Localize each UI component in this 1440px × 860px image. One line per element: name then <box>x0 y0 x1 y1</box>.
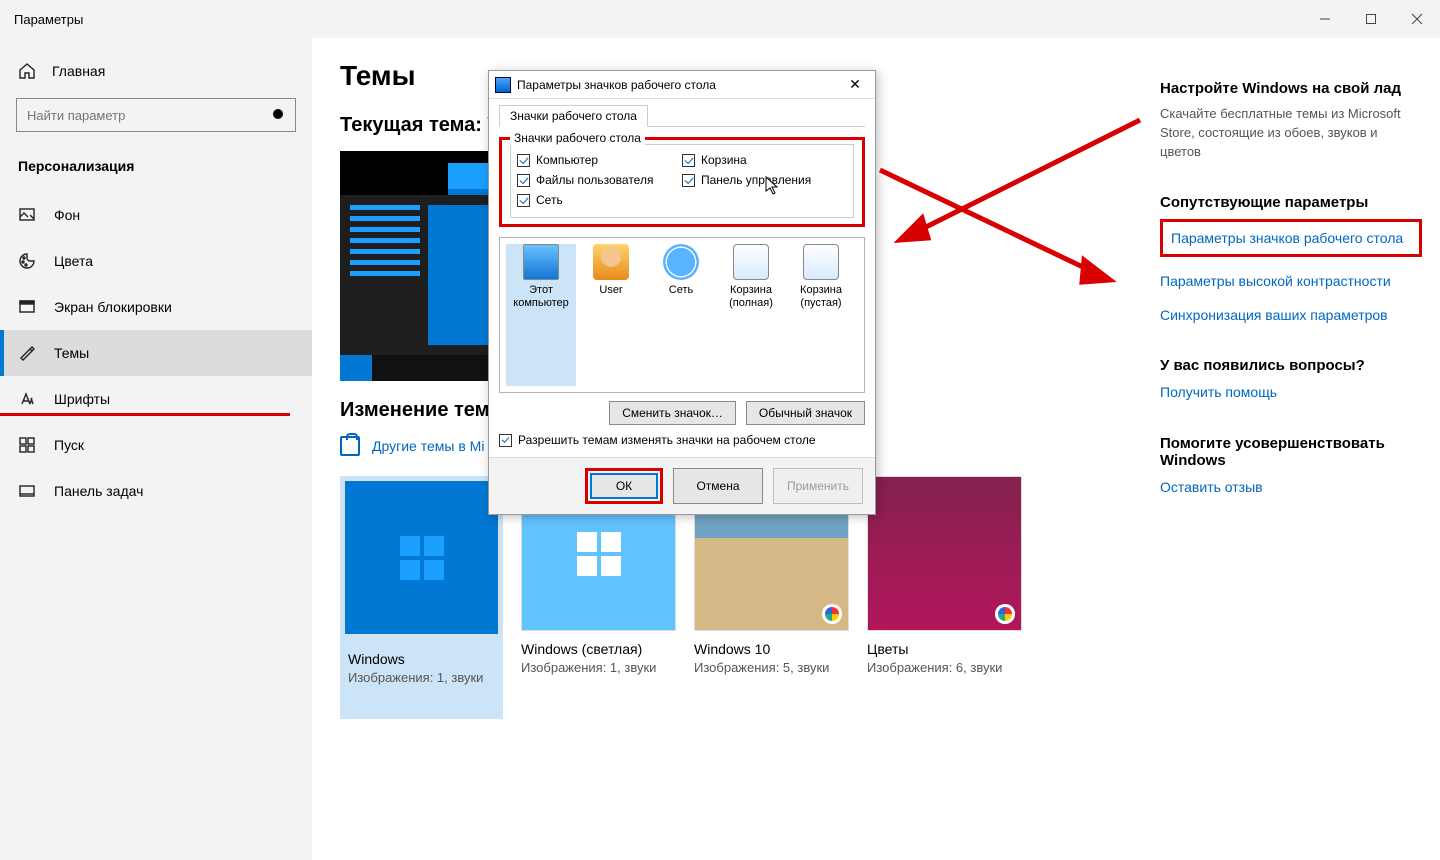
window-title: Параметры <box>14 12 83 27</box>
link-high-contrast[interactable]: Параметры высокой контрастности <box>1160 271 1422 291</box>
theme-meta: Изображения: 1, звуки <box>521 660 676 675</box>
link-feedback[interactable]: Оставить отзыв <box>1160 477 1422 497</box>
link-sync-settings[interactable]: Синхронизация ваших параметров <box>1160 305 1422 325</box>
annotation-redbox: ОК <box>585 468 663 504</box>
questions-heading: У вас появились вопросы? <box>1160 357 1422 374</box>
sidebar: Главная Персонализация Фон Цвета Экран б… <box>0 38 312 860</box>
start-icon <box>18 436 36 454</box>
icon-item-recycle-full[interactable]: Корзина (полная) <box>716 244 786 386</box>
close-button[interactable] <box>1394 3 1440 35</box>
checkbox-recycle-bin[interactable]: Корзина <box>682 153 847 167</box>
checkbox-icon <box>682 174 695 187</box>
dialog-titlebar[interactable]: Параметры значков рабочего стола ✕ <box>489 71 875 99</box>
checkbox-icon <box>517 194 530 207</box>
link-desktop-icon-settings[interactable]: Параметры значков рабочего стола <box>1171 228 1411 248</box>
fieldset-legend: Значки рабочего стола <box>510 131 645 145</box>
sidebar-item-colors[interactable]: Цвета <box>0 238 312 284</box>
desktop-icons-dialog: Параметры значков рабочего стола ✕ Значк… <box>488 70 876 515</box>
icon-item-computer[interactable]: Этот компьютер <box>506 244 576 386</box>
checkbox-icon <box>517 154 530 167</box>
dialog-close-button[interactable]: ✕ <box>841 71 869 98</box>
improve-heading: Помогите усовершенствовать Windows <box>1160 435 1422 469</box>
background-icon <box>18 206 36 224</box>
sidebar-item-label: Панель задач <box>54 483 143 499</box>
checkbox-user-files[interactable]: Файлы пользователя <box>517 173 682 187</box>
palette-icon <box>18 252 36 270</box>
theme-name: Windows 10 <box>694 641 849 657</box>
checkbox-computer[interactable]: Компьютер <box>517 153 682 167</box>
theme-name: Windows <box>348 651 495 667</box>
store-icon <box>340 436 360 456</box>
theme-meta: Изображения: 5, звуки <box>694 660 849 675</box>
annotation-redbox: Параметры значков рабочего стола <box>1160 219 1422 257</box>
sidebar-item-themes[interactable]: Темы <box>0 330 312 376</box>
sidebar-item-start[interactable]: Пуск <box>0 422 312 468</box>
dialog-icon <box>495 77 511 93</box>
sidebar-item-label: Фон <box>54 207 80 223</box>
more-themes-label: Другие темы в Mi <box>372 438 484 454</box>
dialog-title: Параметры значков рабочего стола <box>517 78 841 92</box>
theme-card[interactable]: Windows Изображения: 1, звуки <box>340 476 503 719</box>
annotation-redbox: Значки рабочего стола Компьютер Файлы по… <box>499 137 865 227</box>
lockscreen-icon <box>18 298 36 316</box>
recycle-full-icon <box>733 244 769 280</box>
checkbox-icon <box>517 174 530 187</box>
theme-name: Windows (светлая) <box>521 641 676 657</box>
apply-button[interactable]: Применить <box>773 468 863 504</box>
sidebar-item-label: Шрифты <box>54 391 110 407</box>
theme-meta: Изображения: 1, звуки <box>348 670 495 685</box>
maximize-button[interactable] <box>1348 3 1394 35</box>
sidebar-item-lockscreen[interactable]: Экран блокировки <box>0 284 312 330</box>
computer-icon <box>523 244 559 280</box>
sidebar-item-background[interactable]: Фон <box>0 192 312 238</box>
default-icon-button[interactable]: Обычный значок <box>746 401 865 425</box>
related-column: Настройте Windows на свой лад Скачайте б… <box>1160 38 1440 860</box>
search-icon <box>271 107 287 123</box>
search-box[interactable] <box>16 98 296 132</box>
icon-preview-list[interactable]: Этот компьютер User Сеть Корзина (полная… <box>499 237 865 393</box>
recycle-empty-icon <box>803 244 839 280</box>
related-heading: Сопутствующие параметры <box>1160 194 1422 211</box>
icon-item-user[interactable]: User <box>576 244 646 386</box>
checkbox-network[interactable]: Сеть <box>517 193 682 207</box>
home-icon <box>18 62 36 80</box>
sidebar-item-label: Темы <box>54 345 89 361</box>
personalize-text: Скачайте бесплатные темы из Microsoft St… <box>1160 105 1422 162</box>
icon-item-network[interactable]: Сеть <box>646 244 716 386</box>
fonts-icon <box>18 390 36 408</box>
checkbox-allow-themes[interactable]: Разрешить темам изменять значки на рабоч… <box>499 433 865 447</box>
minimize-button[interactable] <box>1302 3 1348 35</box>
sidebar-item-label: Пуск <box>54 437 84 453</box>
link-get-help[interactable]: Получить помощь <box>1160 382 1422 402</box>
ok-button[interactable]: ОК <box>590 473 658 499</box>
sidebar-home[interactable]: Главная <box>0 48 312 94</box>
sidebar-item-label: Цвета <box>54 253 93 269</box>
theme-card[interactable]: Цветы Изображения: 6, звуки <box>867 476 1022 719</box>
change-icon-button[interactable]: Сменить значок… <box>609 401 736 425</box>
search-input[interactable] <box>27 108 271 123</box>
sidebar-item-taskbar[interactable]: Панель задач <box>0 468 312 514</box>
cancel-button[interactable]: Отмена <box>673 468 763 504</box>
sidebar-home-label: Главная <box>52 63 105 79</box>
sidebar-section-title: Персонализация <box>0 146 312 192</box>
annotation-underline <box>0 413 290 416</box>
themes-icon <box>18 344 36 362</box>
icon-item-recycle-empty[interactable]: Корзина (пустая) <box>786 244 856 386</box>
taskbar-icon <box>18 482 36 500</box>
sidebar-item-label: Экран блокировки <box>54 299 172 315</box>
theme-meta: Изображения: 6, звуки <box>867 660 1022 675</box>
dialog-tab[interactable]: Значки рабочего стола <box>499 105 648 127</box>
theme-name: Цветы <box>867 641 1022 657</box>
window-titlebar: Параметры <box>0 0 1440 38</box>
personalize-heading: Настройте Windows на свой лад <box>1160 80 1422 97</box>
user-icon <box>593 244 629 280</box>
checkbox-icon <box>682 154 695 167</box>
checkbox-control-panel[interactable]: Панель управления <box>682 173 847 187</box>
network-icon <box>663 244 699 280</box>
